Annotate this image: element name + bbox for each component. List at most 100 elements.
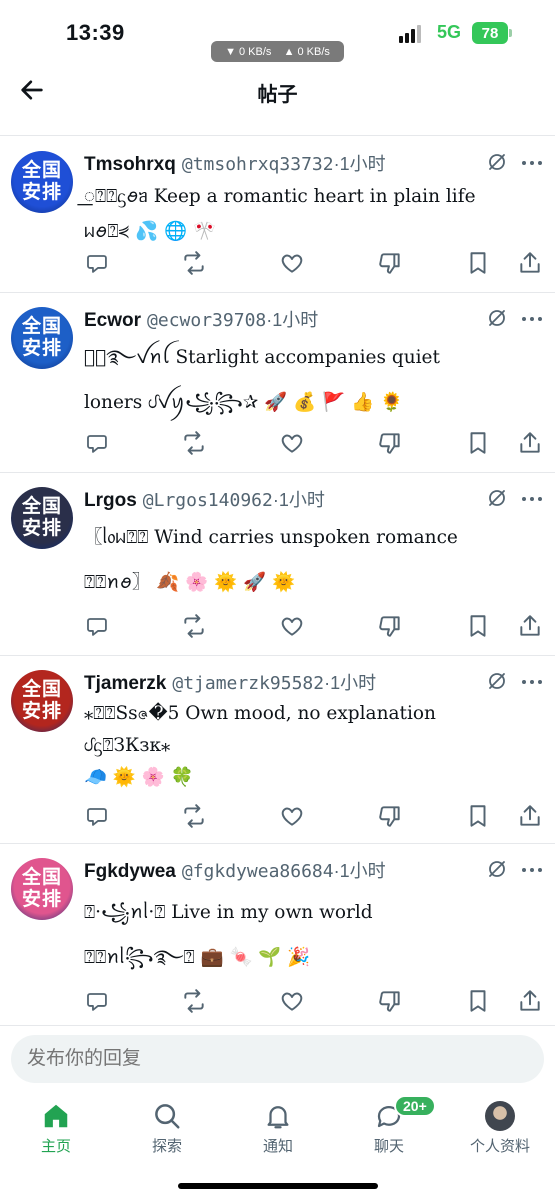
reply-icon[interactable] xyxy=(84,988,110,1014)
tab-home[interactable]: 主页 xyxy=(11,1101,101,1156)
bookmark-icon[interactable] xyxy=(465,988,491,1014)
more-icon[interactable] xyxy=(521,315,543,323)
bell-icon xyxy=(267,1106,289,1129)
post-header: Fgkdywea @fgkdywea86684·1小时 xyxy=(84,857,495,883)
network-speed: ▼ 0 KB/s ▲ 0 KB/s xyxy=(211,41,344,62)
reply-icon[interactable] xyxy=(84,430,110,456)
repost-icon[interactable] xyxy=(181,430,207,456)
search-icon xyxy=(155,1104,180,1129)
upload-speed: ▲ 0 KB/s xyxy=(283,45,330,58)
repost-icon[interactable] xyxy=(181,613,207,639)
tab-search[interactable]: 探索 xyxy=(122,1101,212,1156)
tab-chat[interactable]: 20+ 聊天 xyxy=(344,1095,436,1156)
post-item[interactable]: 全国 安排 Ecwor @ecwor39708·1小时 ✰꯭࿐ꪜꪀꪶ Starli… xyxy=(0,293,555,473)
avatar-text-top: 全国 xyxy=(21,867,62,888)
share-icon[interactable] xyxy=(517,988,543,1014)
author-handle[interactable]: @fgkdywea86684 xyxy=(182,861,334,882)
more-icon[interactable] xyxy=(521,159,543,167)
author-name[interactable]: Fgkdywea xyxy=(84,861,176,882)
avatar-text-top: 全国 xyxy=(21,679,62,700)
avatar-text-top: 全国 xyxy=(21,316,62,337)
author-handle[interactable]: @tjamerzk95582 xyxy=(172,673,324,694)
heart-icon[interactable] xyxy=(279,250,305,276)
repost-icon[interactable] xyxy=(181,988,207,1014)
signal-icon xyxy=(399,25,421,43)
post-time: ·1小时 xyxy=(333,861,386,881)
avatar[interactable]: 全国 安排 xyxy=(11,670,73,732)
post-time: ·1小时 xyxy=(272,490,325,510)
share-icon[interactable] xyxy=(517,613,543,639)
heart-icon[interactable] xyxy=(279,430,305,456)
heart-icon[interactable] xyxy=(279,988,305,1014)
post-text: 〖ᥣ᥆ᥕ⍰⍰ Wind carries unspoken romance ⍰⍰ꪀ… xyxy=(84,527,458,593)
avatar xyxy=(485,1101,515,1131)
avatar[interactable]: 全国 安排 xyxy=(11,858,73,920)
thumbs-down-icon[interactable] xyxy=(377,430,403,456)
battery-level: 78 xyxy=(481,24,499,42)
post-text: ꯭⍰⍰ᦓꪮᥑ Keep a romantic heart in plain li… xyxy=(84,186,476,242)
thumbs-down-icon[interactable] xyxy=(377,613,403,639)
avatar-text-top: 全国 xyxy=(21,160,62,181)
thumbs-down-icon[interactable] xyxy=(377,803,403,829)
avatar[interactable]: 全国 安排 xyxy=(11,151,73,213)
avatar-text-bottom: 安排 xyxy=(21,338,62,359)
tab-search-label: 探索 xyxy=(151,1138,182,1155)
hide-icon[interactable] xyxy=(485,857,509,881)
heart-icon[interactable] xyxy=(279,613,305,639)
page-header: 帖子 xyxy=(0,66,555,136)
share-icon[interactable] xyxy=(517,803,543,829)
tab-notifications-label: 通知 xyxy=(262,1138,293,1155)
post-item[interactable]: 全国 安排 Tjamerzk @tjamerzk95582·1小时 ⁎⍰⍰Ssဇ�… xyxy=(0,656,555,844)
post-header: Ecwor @ecwor39708·1小时 xyxy=(84,306,495,332)
avatar[interactable]: 全国 安排 xyxy=(11,487,73,549)
bookmark-icon[interactable] xyxy=(465,430,491,456)
avatar[interactable]: 全国 安排 xyxy=(11,307,73,369)
post-item[interactable]: 全国 安排 Lrgos @Lrgos140962·1小时 〖ᥣ᥆ᥕ⍰⍰ Wind … xyxy=(0,473,555,656)
author-handle[interactable]: @Lrgos140962 xyxy=(143,490,273,511)
reply-icon[interactable] xyxy=(84,250,110,276)
download-speed: ▼ 0 KB/s xyxy=(225,45,272,58)
bookmark-icon[interactable] xyxy=(465,250,491,276)
tab-profile[interactable]: 个人资料 xyxy=(455,1101,545,1156)
repost-icon[interactable] xyxy=(181,250,207,276)
reply-icon[interactable] xyxy=(84,803,110,829)
status-bar: 13:39 ▼ 0 KB/s ▲ 0 KB/s 5G 78 xyxy=(0,0,555,66)
more-icon[interactable] xyxy=(521,866,543,874)
tab-notifications[interactable]: 通知 xyxy=(233,1101,323,1156)
heart-icon[interactable] xyxy=(279,803,305,829)
post-item[interactable]: 全国 安排 Fgkdywea @fgkdywea86684·1小时 ⍰·꧁ꪀᥣ·⍰… xyxy=(0,844,555,1026)
thumbs-down-icon[interactable] xyxy=(377,988,403,1014)
repost-icon[interactable] xyxy=(181,803,207,829)
hide-icon[interactable] xyxy=(485,306,509,330)
share-icon[interactable] xyxy=(517,430,543,456)
post-header: Tjamerzk @tjamerzk95582·1小时 xyxy=(84,669,495,695)
bottom-tab-bar: 主页 探索 通知 20+ 聊天 个人资料 xyxy=(0,1093,555,1200)
hide-icon[interactable] xyxy=(485,150,509,174)
hide-icon[interactable] xyxy=(485,669,509,693)
bookmark-icon[interactable] xyxy=(465,803,491,829)
home-icon xyxy=(44,1104,68,1128)
reply-icon[interactable] xyxy=(84,613,110,639)
author-name[interactable]: Tmsohrxq xyxy=(84,154,176,175)
author-handle[interactable]: @ecwor39708 xyxy=(147,310,266,331)
author-handle[interactable]: @tmsohrxq33732 xyxy=(182,154,334,175)
reply-input[interactable] xyxy=(11,1035,544,1083)
post-actions xyxy=(84,430,545,456)
post-item[interactable]: 全国 安排 Tmsohrxq @tmsohrxq33732·1小时 ꯭⍰⍰ᦓꪮᥑ … xyxy=(0,137,555,293)
avatar-text-bottom: 安排 xyxy=(21,182,62,203)
bookmark-icon[interactable] xyxy=(465,613,491,639)
thumbs-down-icon[interactable] xyxy=(377,250,403,276)
avatar-text-top: 全国 xyxy=(21,496,62,517)
share-icon[interactable] xyxy=(517,250,543,276)
author-name[interactable]: Ecwor xyxy=(84,310,141,331)
post-actions xyxy=(84,803,545,829)
author-name[interactable]: Lrgos xyxy=(84,490,137,511)
author-name[interactable]: Tjamerzk xyxy=(84,673,166,694)
more-icon[interactable] xyxy=(521,678,543,686)
hide-icon[interactable] xyxy=(485,486,509,510)
status-time: 13:39 xyxy=(66,20,125,45)
page-title: 帖子 xyxy=(257,84,298,106)
more-icon[interactable] xyxy=(521,495,543,503)
post-header: Lrgos @Lrgos140962·1小时 xyxy=(84,486,495,512)
post-text: ⁎⍰⍰Ssဇ�5 Own mood, no explanation ᦔᦓ⍰ЗКз… xyxy=(84,703,436,788)
